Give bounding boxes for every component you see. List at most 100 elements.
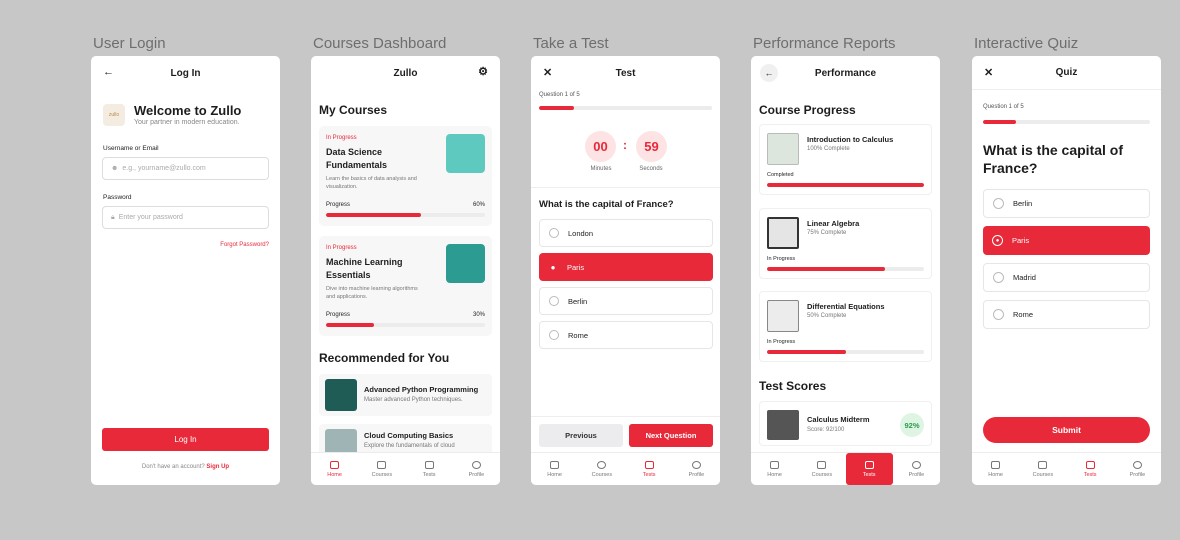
course-title: Linear Algebra: [807, 219, 860, 228]
user-icon: [691, 460, 701, 469]
home-icon: [550, 460, 560, 469]
username-field[interactable]: ☻ e.g., yourname@zullo.com: [102, 157, 269, 180]
minutes-display: 00: [585, 131, 616, 162]
test-title: Test: [615, 67, 636, 79]
nav-label: Home: [327, 471, 342, 478]
question-text: What is the capital of France?: [539, 199, 674, 210]
monitor-icon: [817, 460, 827, 469]
progress-bar: [767, 350, 924, 354]
signup-prompt: Don't have an account? Sign Up: [91, 464, 280, 470]
previous-button[interactable]: Previous: [539, 424, 623, 447]
forgot-password-link[interactable]: Forgot Password?: [220, 242, 269, 248]
course-progress-card[interactable]: Differential Equations 50% Complete In P…: [759, 291, 932, 362]
course-card[interactable]: In Progress Data Science Fundamentals Le…: [319, 126, 492, 226]
recommended-thumbnail: [325, 379, 357, 411]
performance-screen: ← Performance Course Progress Introducti…: [751, 56, 940, 485]
nav-tests[interactable]: Tests: [1067, 453, 1114, 485]
nav-tests[interactable]: Tests: [626, 453, 673, 485]
progress-fill: [767, 267, 885, 271]
seconds-display: 59: [636, 131, 667, 162]
course-status: Completed: [767, 172, 794, 178]
submit-button[interactable]: Submit: [983, 417, 1150, 443]
login-button[interactable]: Log In: [102, 428, 269, 451]
radio-button-checked: ●: [550, 262, 556, 272]
recommended-title: Cloud Computing Basics: [364, 431, 454, 440]
nav-profile[interactable]: Profile: [673, 453, 720, 485]
bottom-nav: Home Courses Tests Profile: [972, 452, 1161, 485]
nav-home[interactable]: Home: [751, 453, 798, 485]
nav-profile[interactable]: Profile: [1114, 453, 1161, 485]
back-arrow-icon[interactable]: ←: [760, 64, 778, 82]
book-icon: [377, 460, 387, 469]
signup-link[interactable]: Sign Up: [206, 464, 229, 470]
nav-home[interactable]: Home: [531, 453, 578, 485]
course-title: Differential Equations: [807, 302, 885, 311]
answer-option[interactable]: Madrid: [983, 263, 1150, 292]
performance-title: Performance: [814, 67, 877, 79]
progress-bar: [326, 213, 485, 217]
nav-label: Courses: [591, 471, 613, 478]
radio-button: [549, 330, 559, 340]
answer-option[interactable]: Berlin: [539, 287, 713, 315]
user-icon: ☻: [111, 165, 119, 172]
answer-option[interactable]: Berlin: [983, 189, 1150, 218]
nav-label: Home: [767, 471, 782, 478]
course-card[interactable]: In Progress Machine Learning Essentials …: [319, 236, 492, 336]
checklist-icon: [644, 460, 654, 469]
divider: [531, 187, 720, 188]
nav-home[interactable]: Home: [311, 453, 358, 485]
course-progress-card[interactable]: Introduction to Calculus 100% Complete C…: [759, 124, 932, 195]
dashboard-title: Zullo: [393, 67, 418, 79]
answer-option[interactable]: London: [539, 219, 713, 247]
checklist-icon: [424, 460, 434, 469]
answer-option[interactable]: Rome: [983, 300, 1150, 329]
nav-tests[interactable]: Tests: [406, 453, 453, 485]
nav-courses[interactable]: Courses: [798, 453, 845, 485]
question-text: What is the capital of France?: [983, 142, 1124, 176]
back-arrow-icon[interactable]: ←: [103, 66, 114, 78]
recommended-item[interactable]: Advanced Python Programming Master advan…: [319, 374, 492, 416]
nav-profile[interactable]: Profile: [893, 453, 940, 485]
login-title: Log In: [170, 67, 201, 79]
question-counter: Question 1 of 5: [983, 104, 1024, 110]
quiz-screen: ✕ Quiz Question 1 of 5 What is the capit…: [972, 56, 1161, 485]
course-percent: 50% Complete: [807, 313, 847, 319]
minutes-label: Minutes: [590, 166, 612, 172]
nav-courses[interactable]: Courses: [1019, 453, 1066, 485]
password-field[interactable]: 🔒︎ Enter your password: [102, 206, 269, 229]
answer-option-selected[interactable]: ● Paris: [983, 226, 1150, 255]
close-icon[interactable]: ✕: [984, 66, 993, 79]
username-placeholder: e.g., yourname@zullo.com: [122, 165, 206, 172]
next-question-button[interactable]: Next Question: [629, 424, 713, 447]
recommended-description: Master advanced Python techniques.: [364, 397, 463, 403]
course-status: In Progress: [767, 256, 796, 262]
question-counter: Question 1 of 5: [539, 92, 580, 98]
nav-home[interactable]: Home: [972, 453, 1019, 485]
nav-profile[interactable]: Profile: [453, 453, 500, 485]
progress-bar: [767, 267, 924, 271]
book-thumbnail: [767, 217, 799, 249]
course-progress-heading: Course Progress: [759, 103, 856, 117]
option-label: Paris: [1012, 236, 1030, 245]
caption-interactive-quiz: Interactive Quiz: [974, 35, 1079, 52]
login-screen: ← Log In zullo Welcome to Zullo Your par…: [91, 56, 280, 485]
bottom-nav: Home Courses Tests Profile: [311, 452, 500, 485]
caption-courses-dashboard: Courses Dashboard: [313, 35, 447, 52]
close-icon[interactable]: ✕: [543, 66, 552, 79]
score-thumbnail: [767, 410, 799, 440]
nav-tests[interactable]: Tests: [845, 453, 893, 485]
option-label: Rome: [1013, 310, 1034, 319]
bottom-nav: Home Courses Tests Profile: [751, 452, 940, 485]
book-thumbnail: [767, 133, 799, 165]
course-progress-card[interactable]: Linear Algebra 75% Complete In Progress: [759, 208, 932, 279]
answer-option-selected[interactable]: ● Paris: [539, 253, 713, 281]
course-percent: 100% Complete: [807, 146, 850, 152]
test-score-card[interactable]: Calculus Midterm Score: 92/100 92%: [759, 401, 932, 446]
gear-icon[interactable]: ⚙: [478, 65, 488, 78]
answer-option[interactable]: Rome: [539, 321, 713, 349]
welcome-heading: Welcome to Zullo: [134, 103, 242, 118]
nav-courses[interactable]: Courses: [578, 453, 625, 485]
play-circle-icon: [597, 460, 607, 469]
nav-courses[interactable]: Courses: [358, 453, 405, 485]
caption-take-a-test: Take a Test: [533, 35, 609, 52]
